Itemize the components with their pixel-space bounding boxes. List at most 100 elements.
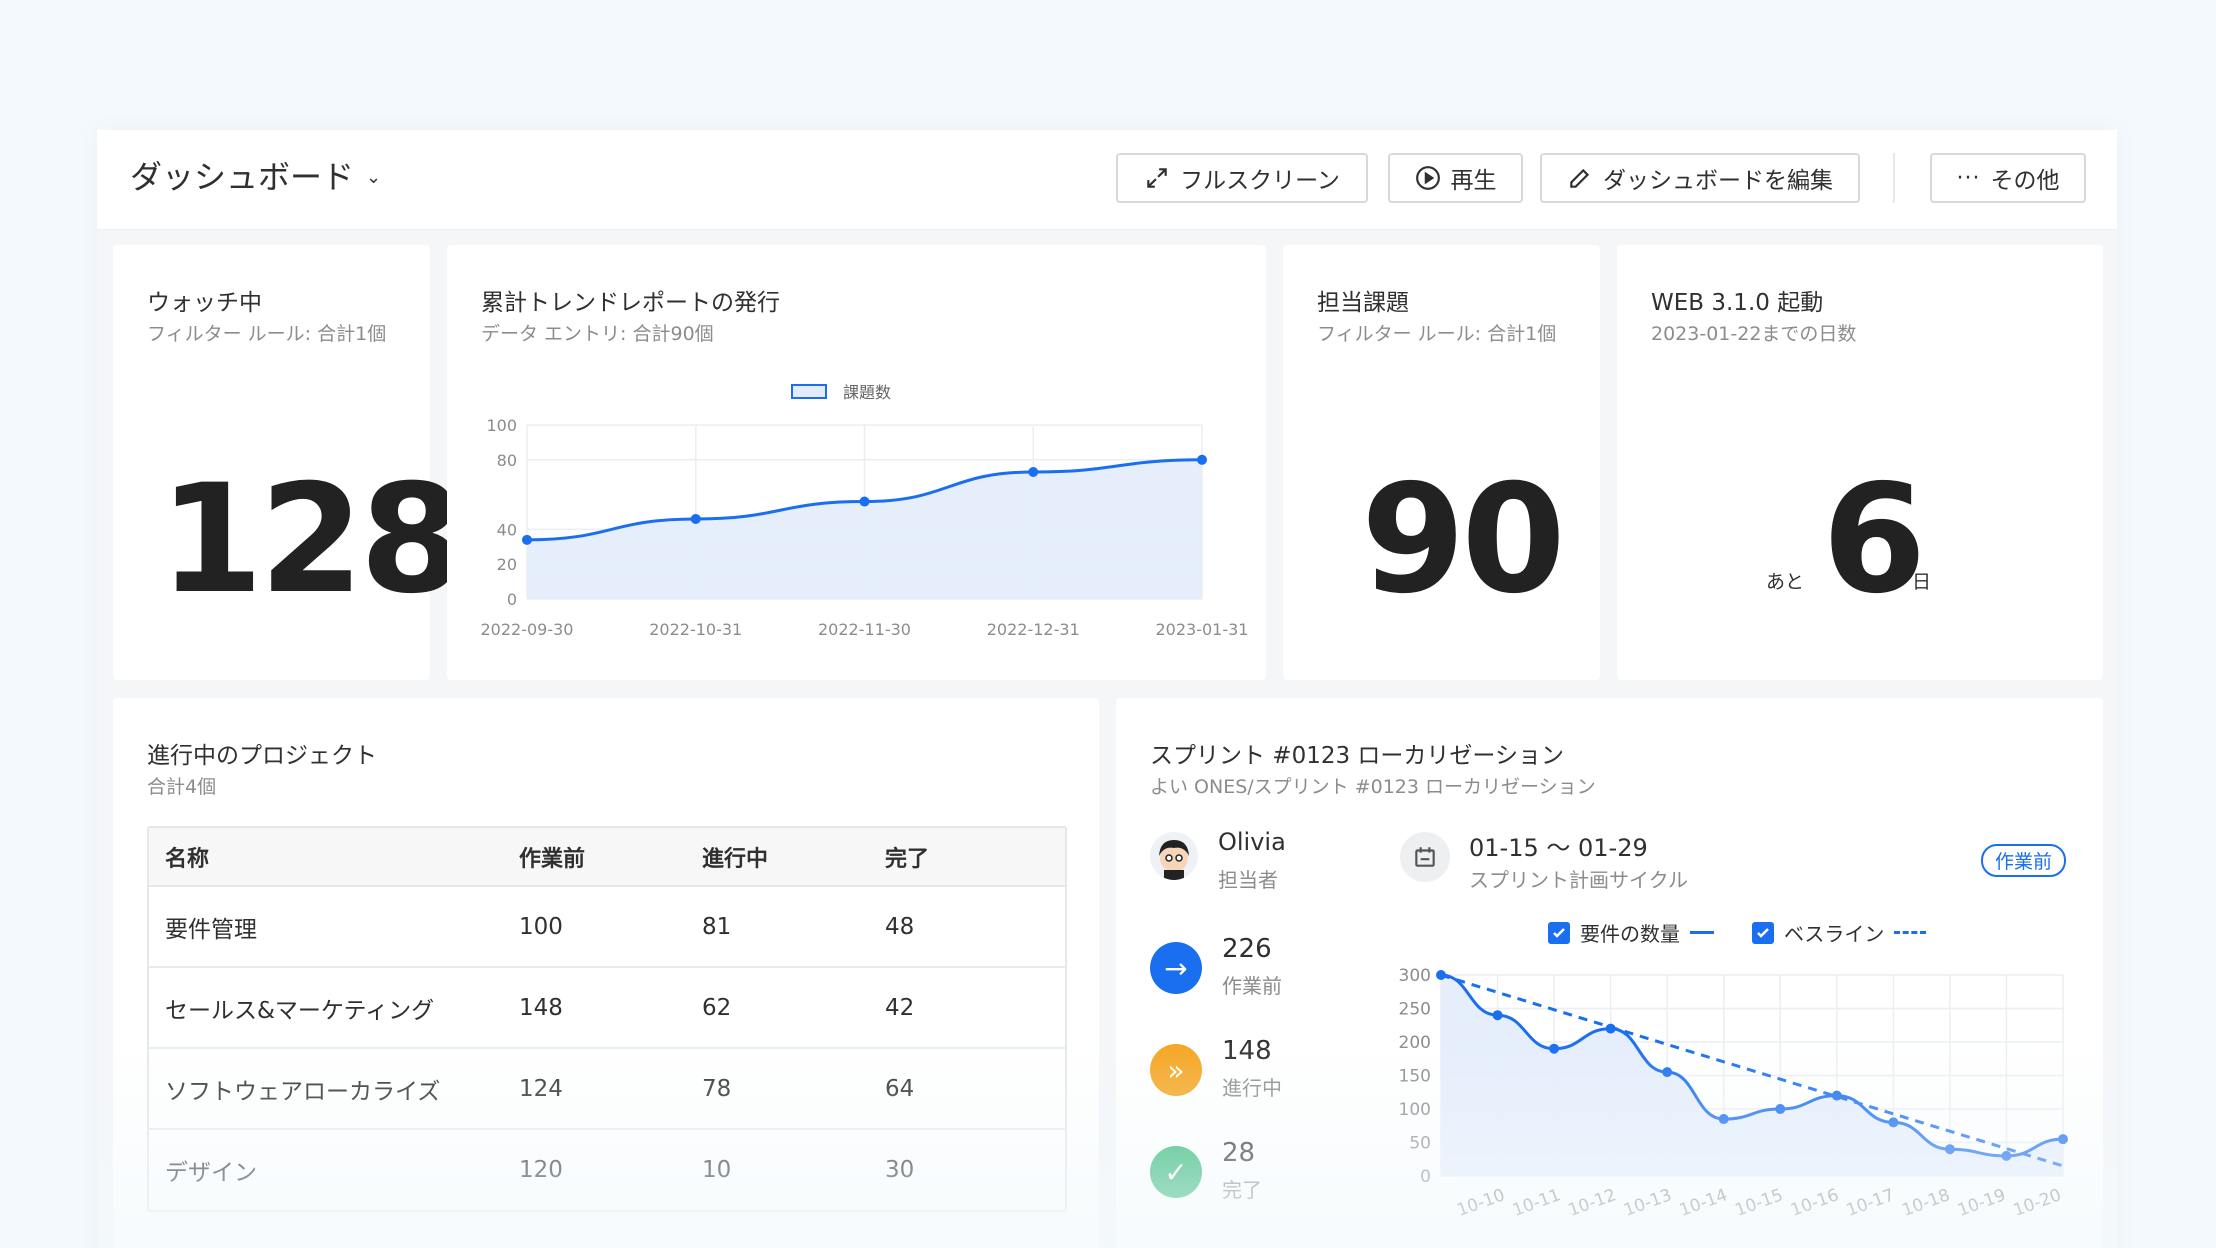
countdown-prefix: あと xyxy=(1766,571,1805,593)
card-title: WEB 3.1.0 起動 xyxy=(1651,290,1824,316)
todo-count: 120 xyxy=(519,1157,563,1183)
y-tick-label: 200 xyxy=(1399,1033,1431,1053)
y-tick-label: 300 xyxy=(1399,966,1431,986)
project-name: ソフトウェアローカライズ xyxy=(149,1048,519,1130)
dashboard-selector[interactable]: ダッシュボード ⌄ xyxy=(130,152,381,198)
done-count: 64 xyxy=(885,1048,1065,1130)
card-title: 担当課題 xyxy=(1317,290,1409,316)
trend-card[interactable]: 累計トレンドレポートの発行 データ エントリ: 合計90個 課題数 0 20 40 80… xyxy=(447,245,1266,680)
x-tick-label: 10-15 xyxy=(1733,1185,1786,1221)
burndown-chart: 05010015020025030010-10 10-11 10-12 10-13 10… xyxy=(1399,966,2068,1221)
table-row[interactable]: デザイン 120 10 30 xyxy=(149,1129,1065,1210)
countdown-suffix: 日 xyxy=(1912,571,1932,593)
fullscreen-label: フルスクリーン xyxy=(1180,168,1340,194)
in-progress-count: 78 xyxy=(702,1048,885,1130)
todo-count: 124 xyxy=(519,1048,702,1130)
legend-swatch xyxy=(791,384,827,399)
x-tick-label: 10-18 xyxy=(1899,1185,1952,1221)
countdown-days: 6 xyxy=(1822,453,1926,627)
data-point xyxy=(1718,1114,1729,1125)
column-header[interactable]: 作業前 xyxy=(519,828,702,887)
x-tick-label: 10-20 xyxy=(2011,1185,2064,1221)
launch-card[interactable]: WEB 3.1.0 起動 2023-01-22までの日数 あと 6 日 xyxy=(1617,245,2103,680)
expand-icon xyxy=(1147,168,1167,188)
dashboard-title: ダッシュボード xyxy=(130,158,355,196)
data-point xyxy=(690,513,701,524)
done-count: 48 xyxy=(885,886,1065,968)
data-point xyxy=(1197,454,1207,465)
y-tick-label: 250 xyxy=(1399,1000,1431,1020)
trend-chart: 課題数 0 20 40 80 100 2022-09-30 2022-10-31 2022-11… xyxy=(481,383,1249,639)
data-point xyxy=(1549,1043,1560,1054)
data-point xyxy=(1662,1067,1673,1078)
data-point xyxy=(1944,1144,1955,1155)
in-progress-count: 81 xyxy=(702,886,885,968)
x-tick-label: 2022-12-31 xyxy=(987,620,1080,639)
y-tick-label: 50 xyxy=(1409,1134,1431,1154)
in-progress-count: 62 xyxy=(702,967,885,1049)
data-point xyxy=(1028,466,1039,477)
project-name: デザイン xyxy=(165,1160,257,1186)
x-tick-label: 2022-09-30 xyxy=(481,620,574,639)
play-label: 再生 xyxy=(1450,168,1497,194)
pencil-icon xyxy=(1570,168,1590,188)
done-count: 42 xyxy=(885,967,1065,1049)
done-count: 30 xyxy=(885,1157,915,1183)
assigned-count: 90 xyxy=(1361,453,1566,627)
y-tick-label: 100 xyxy=(486,416,517,435)
y-tick-label: 150 xyxy=(1399,1067,1431,1087)
column-header[interactable]: 進行中 xyxy=(702,828,885,887)
column-header[interactable]: 名称 xyxy=(149,828,519,887)
edit-dashboard-button[interactable]: ダッシュボードを編集 xyxy=(1540,153,1860,203)
x-tick-label: 2023-01-31 xyxy=(1156,620,1249,639)
x-tick-label: 2022-10-31 xyxy=(649,620,742,639)
data-point xyxy=(859,496,870,507)
assigned-card[interactable]: 担当課題 フィルター ルール: 合計1個 90 xyxy=(1283,245,1600,680)
x-tick-label: 10-11 xyxy=(1510,1185,1563,1221)
projects-table: 名称 作業前 進行中 完了 要件管理 100 81 48 セールス&マーケティン… xyxy=(147,826,1067,1212)
data-point xyxy=(1775,1104,1786,1114)
table-row[interactable]: ソフトウェアローカライズ 124 78 64 xyxy=(149,1048,1065,1130)
x-tick-label: 10-19 xyxy=(1955,1185,2008,1221)
project-name: セールス&マーケティング xyxy=(149,967,519,1049)
y-tick-label: 0 xyxy=(1420,1167,1431,1187)
more-label: その他 xyxy=(1990,168,2060,194)
card-subtitle: 合計4個 xyxy=(147,776,217,798)
x-tick-label: 2022-11-30 xyxy=(818,620,911,639)
watching-card[interactable]: ウォッチ中 フィルター ルール: 合計1個 128 xyxy=(113,245,464,680)
card-title: 進行中のプロジェクト xyxy=(147,743,377,769)
x-tick-label: 10-10 xyxy=(1454,1185,1507,1221)
fullscreen-button[interactable]: フルスクリーン xyxy=(1116,153,1368,203)
more-dots-icon: ··· xyxy=(1956,165,1981,191)
more-button[interactable]: ··· その他 xyxy=(1930,153,2086,203)
card-title: ウォッチ中 xyxy=(147,290,262,316)
column-header[interactable]: 完了 xyxy=(885,828,1065,887)
y-tick-label: 0 xyxy=(507,590,517,609)
x-tick-label: 10-14 xyxy=(1677,1185,1730,1221)
y-tick-label: 40 xyxy=(497,520,517,539)
table-row[interactable]: 要件管理 100 81 48 xyxy=(149,886,1065,968)
toolbar-divider xyxy=(1893,153,1895,203)
todo-count: 148 xyxy=(519,967,702,1049)
card-subtitle: 2023-01-22までの日数 xyxy=(1651,323,1857,345)
projects-card[interactable]: 進行中のプロジェクト 合計4個 名称 作業前 進行中 完了 要件管理 100 8… xyxy=(113,698,1099,1248)
table-row[interactable]: セールス&マーケティング 148 62 42 xyxy=(149,967,1065,1049)
x-tick-label: 10-13 xyxy=(1621,1185,1674,1221)
data-point xyxy=(2001,1150,2012,1161)
data-point xyxy=(1492,1010,1503,1021)
sprint-card[interactable]: スプリント #0123 ローカリゼーション よい ONES/スプリント #012… xyxy=(1116,698,2103,1248)
x-tick-label: 10-17 xyxy=(1844,1185,1897,1221)
data-point xyxy=(1888,1117,1899,1128)
y-tick-label: 80 xyxy=(497,451,517,470)
data-point xyxy=(2058,1134,2068,1145)
card-subtitle: フィルター ルール: 合計1個 xyxy=(147,323,387,345)
play-circle-icon xyxy=(1415,166,1440,190)
y-tick-label: 100 xyxy=(1399,1100,1431,1120)
y-tick-label: 20 xyxy=(497,555,517,574)
x-tick-label: 10-16 xyxy=(1788,1185,1841,1221)
play-button[interactable]: 再生 xyxy=(1388,153,1523,203)
card-subtitle: フィルター ルール: 合計1個 xyxy=(1317,323,1557,345)
project-name: 要件管理 xyxy=(149,886,519,968)
watching-count: 128 xyxy=(159,453,464,627)
data-point xyxy=(522,534,532,545)
